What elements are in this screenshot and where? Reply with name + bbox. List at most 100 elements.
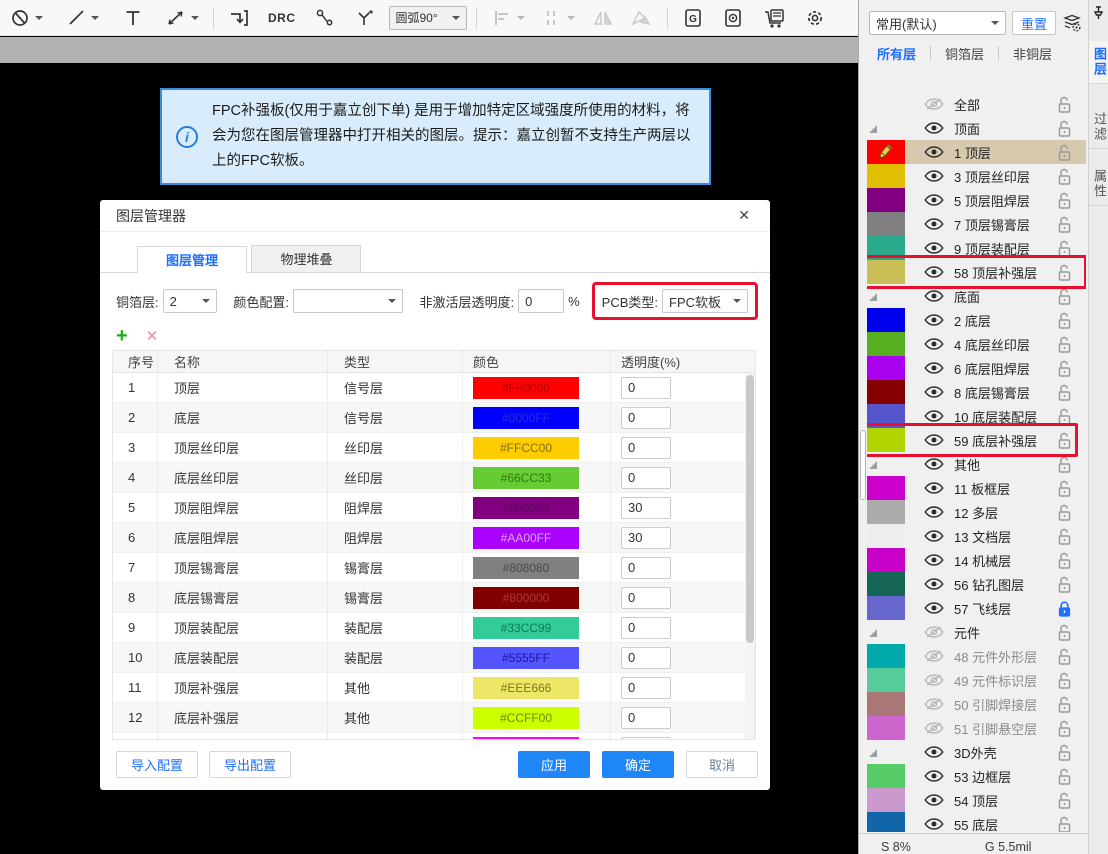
lock-toggle[interactable]: [1057, 456, 1072, 473]
visibility-toggle[interactable]: [922, 721, 946, 735]
opacity-input[interactable]: [621, 467, 671, 489]
lock-toggle[interactable]: [1057, 288, 1072, 305]
lock-toggle[interactable]: [1057, 552, 1072, 569]
layer-row[interactable]: 8 底层锡膏层: [867, 380, 1086, 404]
visibility-toggle[interactable]: [922, 649, 946, 663]
drc-button[interactable]: DRC: [263, 4, 301, 32]
visibility-toggle[interactable]: [922, 505, 946, 519]
visibility-toggle[interactable]: [922, 433, 946, 447]
panel-tab-layers[interactable]: 图层: [1089, 41, 1108, 84]
visibility-toggle[interactable]: [922, 97, 946, 111]
layer-row[interactable]: 5 顶层阻焊层: [867, 188, 1086, 212]
layer-row[interactable]: 4 底层丝印层: [867, 332, 1086, 356]
visibility-toggle[interactable]: [922, 529, 946, 543]
layer-row[interactable]: 50 引脚焊接层: [867, 692, 1086, 716]
visibility-toggle[interactable]: [922, 457, 946, 471]
layer-preset-select[interactable]: 常用(默认): [869, 11, 1006, 35]
panel-tab-properties[interactable]: 属性: [1089, 163, 1108, 206]
lock-toggle[interactable]: [1057, 144, 1072, 161]
layer-color-swatch[interactable]: [867, 764, 905, 788]
layer-color-swatch[interactable]: [867, 164, 905, 188]
lock-toggle[interactable]: [1057, 672, 1072, 689]
import-config-button[interactable]: 导入配置: [116, 751, 198, 778]
keepout-tool-button[interactable]: [6, 4, 48, 32]
group-expand-icon[interactable]: [869, 461, 877, 469]
lock-toggle[interactable]: [1057, 432, 1072, 449]
lock-toggle[interactable]: [1057, 360, 1072, 377]
dimension-tool-button[interactable]: [160, 4, 204, 32]
net-tool-button[interactable]: [349, 4, 381, 32]
visibility-toggle[interactable]: [922, 697, 946, 711]
visibility-toggle[interactable]: [922, 745, 946, 759]
layer-color-swatch[interactable]: [867, 308, 905, 332]
visibility-toggle[interactable]: [922, 217, 946, 231]
layer-color-swatch[interactable]: [867, 500, 905, 524]
settings-button[interactable]: [799, 4, 831, 32]
visibility-toggle[interactable]: [922, 409, 946, 423]
layer-color-swatch[interactable]: [867, 596, 905, 620]
lock-toggle[interactable]: [1057, 600, 1072, 617]
layer-color-swatch[interactable]: [867, 188, 905, 212]
opacity-input[interactable]: [621, 377, 671, 399]
visibility-toggle[interactable]: [922, 289, 946, 303]
visibility-toggle[interactable]: [922, 313, 946, 327]
layer-color-swatch[interactable]: [867, 548, 905, 572]
opacity-input[interactable]: [621, 557, 671, 579]
color-chip[interactable]: #0000FF: [473, 407, 579, 429]
layer-row[interactable]: 3 顶层丝印层: [867, 164, 1086, 188]
color-config-select[interactable]: [293, 289, 403, 313]
table-row[interactable]: 10 底层装配层 装配层 #5555FF: [113, 643, 755, 673]
table-scrollbar-thumb[interactable]: [746, 375, 754, 643]
table-row[interactable]: 8 底层锡膏层 锡膏层 #800000: [113, 583, 755, 613]
visibility-toggle[interactable]: [922, 385, 946, 399]
opacity-input[interactable]: [621, 617, 671, 639]
gerber-export-button[interactable]: G: [677, 4, 709, 32]
visibility-toggle[interactable]: [922, 265, 946, 279]
pin-icon[interactable]: [1092, 6, 1105, 20]
inactive-opacity-input[interactable]: [518, 289, 564, 313]
tab-layer-management[interactable]: 图层管理: [137, 246, 247, 274]
visibility-toggle[interactable]: [922, 601, 946, 615]
group-expand-icon[interactable]: [869, 749, 877, 757]
layer-color-swatch[interactable]: [867, 332, 905, 356]
layer-row[interactable]: 14 机械层: [867, 548, 1086, 572]
layer-row[interactable]: 3D外壳: [867, 740, 1086, 764]
table-row[interactable]: [113, 733, 755, 740]
layer-row[interactable]: 55 底层: [867, 812, 1086, 832]
lock-toggle[interactable]: [1057, 96, 1072, 113]
layer-row[interactable]: 59 底层补强层: [867, 428, 1086, 452]
layer-color-swatch[interactable]: [867, 692, 905, 716]
sidebar-scrollbar-thumb[interactable]: [860, 430, 866, 500]
color-chip[interactable]: #FF0000: [473, 377, 579, 399]
layer-row[interactable]: 1 顶层: [867, 140, 1086, 164]
layer-row[interactable]: 元件: [867, 620, 1086, 644]
table-row[interactable]: 3 顶层丝印层 丝印层 #FFCC00: [113, 433, 755, 463]
layer-row[interactable]: 57 飞线层: [867, 596, 1086, 620]
color-chip[interactable]: #800080: [473, 497, 579, 519]
visibility-toggle[interactable]: [922, 625, 946, 639]
lock-toggle[interactable]: [1057, 528, 1072, 545]
layer-row[interactable]: 12 多层: [867, 500, 1086, 524]
chevron-down-icon[interactable]: [191, 16, 199, 20]
layer-row[interactable]: 9 顶层装配层: [867, 236, 1086, 260]
opacity-input[interactable]: [621, 647, 671, 669]
export-config-button[interactable]: 导出配置: [209, 751, 291, 778]
line-tool-button[interactable]: [62, 4, 104, 32]
group-expand-icon[interactable]: [869, 125, 877, 133]
lock-toggle[interactable]: [1057, 168, 1072, 185]
opacity-input[interactable]: [621, 407, 671, 429]
table-row[interactable]: 2 底层 信号层 #0000FF: [113, 403, 755, 433]
layer-row[interactable]: 53 边框层: [867, 764, 1086, 788]
layer-row[interactable]: 58 顶层补强层: [867, 260, 1086, 284]
color-chip[interactable]: #66CC33: [473, 467, 579, 489]
table-row[interactable]: 4 底层丝印层 丝印层 #66CC33: [113, 463, 755, 493]
lock-toggle[interactable]: [1057, 120, 1072, 137]
layer-row[interactable]: 11 板框层: [867, 476, 1086, 500]
lock-toggle[interactable]: [1057, 336, 1072, 353]
table-scrollbar[interactable]: [745, 373, 755, 739]
color-chip[interactable]: #FFCC00: [473, 437, 579, 459]
layer-row[interactable]: 6 底层阻焊层: [867, 356, 1086, 380]
layer-color-swatch[interactable]: [867, 476, 905, 500]
flip-vertical-button-disabled[interactable]: [624, 4, 658, 32]
lock-toggle[interactable]: [1057, 816, 1072, 833]
